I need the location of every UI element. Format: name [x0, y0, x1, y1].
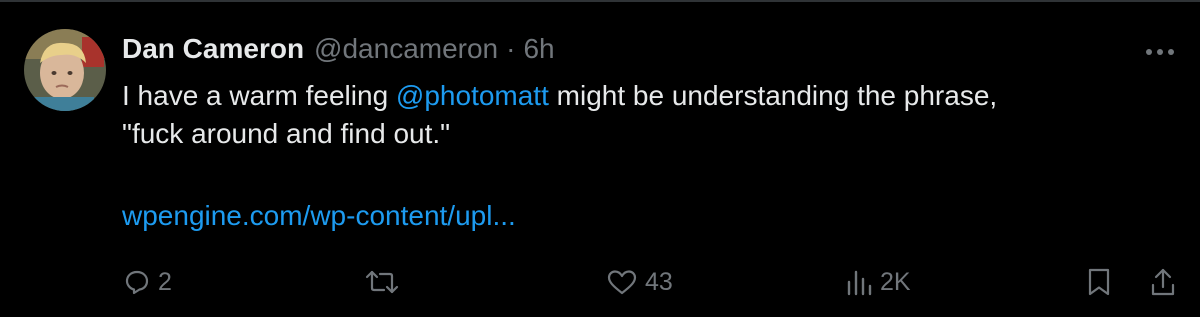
bookmark-button[interactable] — [1086, 262, 1112, 302]
retweet-icon — [365, 270, 399, 294]
tweet-text: I have a warm feeling @photomatt might b… — [122, 77, 1162, 153]
text-after-mention: might be understanding the phrase, — [548, 80, 998, 111]
author-handle[interactable]: @dancameron — [314, 31, 498, 67]
more-options-button[interactable] — [1138, 40, 1182, 64]
views-button[interactable]: 2K — [846, 262, 911, 302]
analytics-icon — [847, 270, 872, 296]
reply-count: 2 — [158, 267, 172, 296]
reply-button[interactable]: 2 — [124, 262, 172, 302]
avatar-image — [24, 29, 106, 111]
tweet-text-line-2: "fuck around and find out." — [122, 118, 451, 149]
external-link[interactable]: wpengine.com/wp-content/upl... — [122, 200, 516, 231]
timestamp[interactable]: 6h — [523, 31, 554, 67]
bookmark-icon — [1088, 268, 1110, 296]
tweet-header: Dan Cameron @dancameron · 6h — [122, 31, 555, 67]
separator-dot: · — [506, 33, 516, 64]
reply-icon — [125, 270, 149, 295]
mention-link[interactable]: @photomatt — [396, 80, 549, 111]
heart-icon — [607, 270, 637, 295]
like-count: 43 — [645, 267, 673, 296]
tweet-actions: 2 43 2K — [0, 262, 1200, 302]
retweet-button[interactable] — [365, 262, 407, 302]
share-button[interactable] — [1150, 262, 1176, 302]
tweet-card[interactable]: Dan Cameron @dancameron · 6h I have a wa… — [0, 0, 1200, 317]
avatar[interactable] — [24, 29, 106, 111]
tweet-link-line: wpengine.com/wp-content/upl... — [122, 197, 516, 235]
share-icon — [1151, 268, 1175, 296]
text-before-mention: I have a warm feeling — [122, 80, 396, 111]
tweet-text-line-1: I have a warm feeling @photomatt might b… — [122, 77, 1162, 115]
author-name[interactable]: Dan Cameron — [122, 31, 304, 67]
like-button[interactable]: 43 — [607, 262, 673, 302]
more-horizontal-icon — [1146, 49, 1174, 55]
view-count: 2K — [880, 267, 911, 296]
